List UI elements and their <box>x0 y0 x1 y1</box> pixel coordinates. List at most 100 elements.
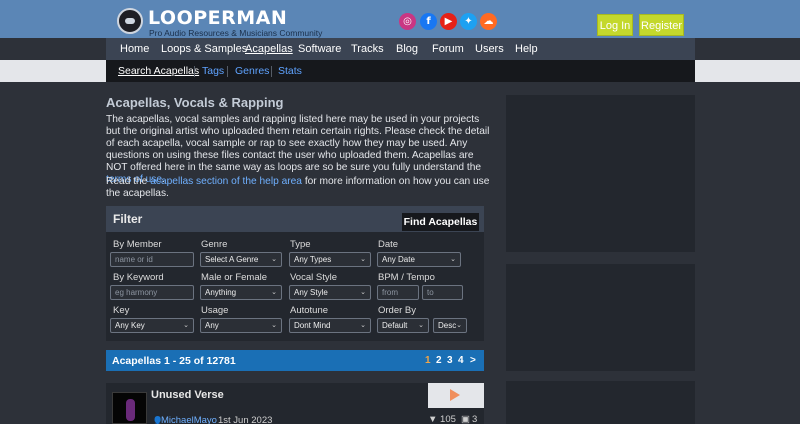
nav-forum[interactable]: Forum <box>432 38 464 60</box>
page-2-link[interactable]: 2 <box>436 355 442 366</box>
vocal-style-select[interactable]: Any Style ⌄ <box>289 285 371 300</box>
track-card: Unused Verse 👤 MichaelMayo 1st Jun 2023 … <box>106 383 484 424</box>
comment-icon: ▣ <box>461 414 470 424</box>
track-user-link[interactable]: MichaelMayo <box>161 415 217 424</box>
comment-count: 3 <box>472 414 478 424</box>
vocal-style-value: Any Style <box>294 288 328 297</box>
logo-text: LOOPERMAN <box>148 7 288 29</box>
usage-value: Any <box>205 321 219 330</box>
login-button[interactable]: Log In <box>597 14 633 36</box>
play-button[interactable] <box>428 383 484 408</box>
label-usage: Usage <box>201 305 229 316</box>
youtube-icon[interactable]: ▶ <box>440 13 457 30</box>
sidebar-panel <box>506 95 695 252</box>
label-key: Key <box>113 305 130 316</box>
type-select[interactable]: Any Types ⌄ <box>289 252 371 267</box>
key-value: Any Key <box>115 321 145 330</box>
logo-tagline: Pro Audio Resources & Musicians Communit… <box>149 28 323 38</box>
soundcloud-icon[interactable]: ☁ <box>480 13 497 30</box>
help-text: Read the <box>106 176 151 187</box>
label-by-member: By Member <box>113 239 162 250</box>
track-date: 1st Jun 2023 <box>218 415 273 424</box>
label-male-or-female: Male or Female <box>201 272 267 283</box>
results-summary: Acapellas 1 - 25 of 12781 <box>112 355 236 367</box>
chevron-down-icon: ⌄ <box>271 256 277 263</box>
order-direction-value: Desc <box>438 321 457 330</box>
download-count: ▼ 105 <box>428 414 456 424</box>
logo-mascot-icon <box>117 8 143 34</box>
genre-value: Select A Genre <box>205 255 259 264</box>
subnav-stats[interactable]: Stats <box>278 60 302 82</box>
chevron-down-icon: ⌄ <box>418 322 424 329</box>
bpm-to-input[interactable]: to <box>422 285 463 300</box>
chevron-down-icon: ⌄ <box>360 256 366 263</box>
subnav-divider <box>194 66 195 77</box>
next-page-link[interactable]: > <box>470 355 476 366</box>
page-3-link[interactable]: 3 <box>447 355 453 366</box>
autotune-value: Dont Mind <box>294 321 331 330</box>
main-nav: Home Loops & Samples Acapellas Software … <box>106 38 695 60</box>
order-direction-select[interactable]: Desc ⌄ <box>433 318 467 333</box>
usage-select[interactable]: Any ⌄ <box>200 318 282 333</box>
results-bar: Acapellas 1 - 25 of 12781 1 2 3 4 > <box>106 350 484 371</box>
sidebar-panel <box>506 264 695 371</box>
track-artwork[interactable] <box>112 392 147 424</box>
date-select[interactable]: Any Date ⌄ <box>377 252 461 267</box>
keyword-input[interactable]: eg harmony <box>110 285 194 300</box>
chevron-down-icon: ⌄ <box>450 256 456 263</box>
label-date: Date <box>378 239 399 250</box>
genre-select[interactable]: Select A Genre ⌄ <box>200 252 282 267</box>
subnav-search-acapellas[interactable]: Search Acapellas <box>118 60 199 82</box>
nav-acapellas[interactable]: Acapellas <box>245 38 293 60</box>
chevron-down-icon: ⌄ <box>456 322 462 329</box>
member-input[interactable]: name or id <box>110 252 194 267</box>
track-title[interactable]: Unused Verse <box>151 389 224 401</box>
sub-nav: Search Acapellas Tags Genres Stats <box>106 60 695 82</box>
label-order-by: Order By <box>378 305 417 316</box>
facebook-icon[interactable]: f <box>420 13 437 30</box>
page-1-link[interactable]: 1 <box>425 355 431 366</box>
subnav-tags[interactable]: Tags <box>202 60 224 82</box>
filter-title: Filter <box>113 212 143 226</box>
help-paragraph: Read the acapellas section of the help a… <box>106 176 492 200</box>
key-select[interactable]: Any Key ⌄ <box>110 318 194 333</box>
nav-blog[interactable]: Blog <box>396 38 418 60</box>
date-value: Any Date <box>382 255 415 264</box>
nav-loops-samples[interactable]: Loops & Samples <box>161 38 247 60</box>
nav-tracks[interactable]: Tracks <box>351 38 384 60</box>
type-value: Any Types <box>294 255 332 264</box>
help-area-link[interactable]: acapellas section of the help area <box>150 176 302 187</box>
order-by-value: Default <box>382 321 408 330</box>
chevron-down-icon: ⌄ <box>271 322 277 329</box>
autotune-select[interactable]: Dont Mind ⌄ <box>289 318 371 333</box>
page-title: Acapellas, Vocals & Rapping <box>106 95 284 110</box>
subnav-divider <box>227 66 228 77</box>
label-autotune: Autotune <box>290 305 329 316</box>
register-button[interactable]: Register <box>639 14 684 36</box>
nav-help[interactable]: Help <box>515 38 538 60</box>
looperman-logo[interactable]: LOOPERMAN Pro Audio Resources & Musician… <box>113 4 323 38</box>
twitter-icon[interactable]: ✦ <box>460 13 477 30</box>
page-4-link[interactable]: 4 <box>458 355 464 366</box>
instagram-icon[interactable]: ◎ <box>399 13 416 30</box>
label-bpm-tempo: BPM / Tempo <box>378 272 435 283</box>
chevron-down-icon: ⌄ <box>360 289 366 296</box>
label-genre: Genre <box>201 239 228 250</box>
sidebar-panel <box>506 381 695 424</box>
gender-select[interactable]: Anything ⌄ <box>200 285 282 300</box>
label-by-keyword: By Keyword <box>113 272 164 283</box>
find-acapellas-button[interactable]: Find Acapellas <box>402 213 479 231</box>
subnav-divider <box>271 66 272 77</box>
bpm-from-input[interactable]: from <box>377 285 419 300</box>
chevron-down-icon: ⌄ <box>183 322 189 329</box>
chevron-down-icon: ⌄ <box>360 322 366 329</box>
subnav-genres[interactable]: Genres <box>235 60 269 82</box>
filter-panel: Filter Find Acapellas By Member Genre Ty… <box>106 206 484 341</box>
nav-users[interactable]: Users <box>475 38 504 60</box>
nav-software[interactable]: Software <box>298 38 341 60</box>
intro-text: The acapellas, vocal samples and rapping… <box>106 114 490 173</box>
gender-value: Anything <box>205 288 237 297</box>
nav-home[interactable]: Home <box>120 38 149 60</box>
order-by-select[interactable]: Default ⌄ <box>377 318 429 333</box>
label-type: Type <box>290 239 311 250</box>
